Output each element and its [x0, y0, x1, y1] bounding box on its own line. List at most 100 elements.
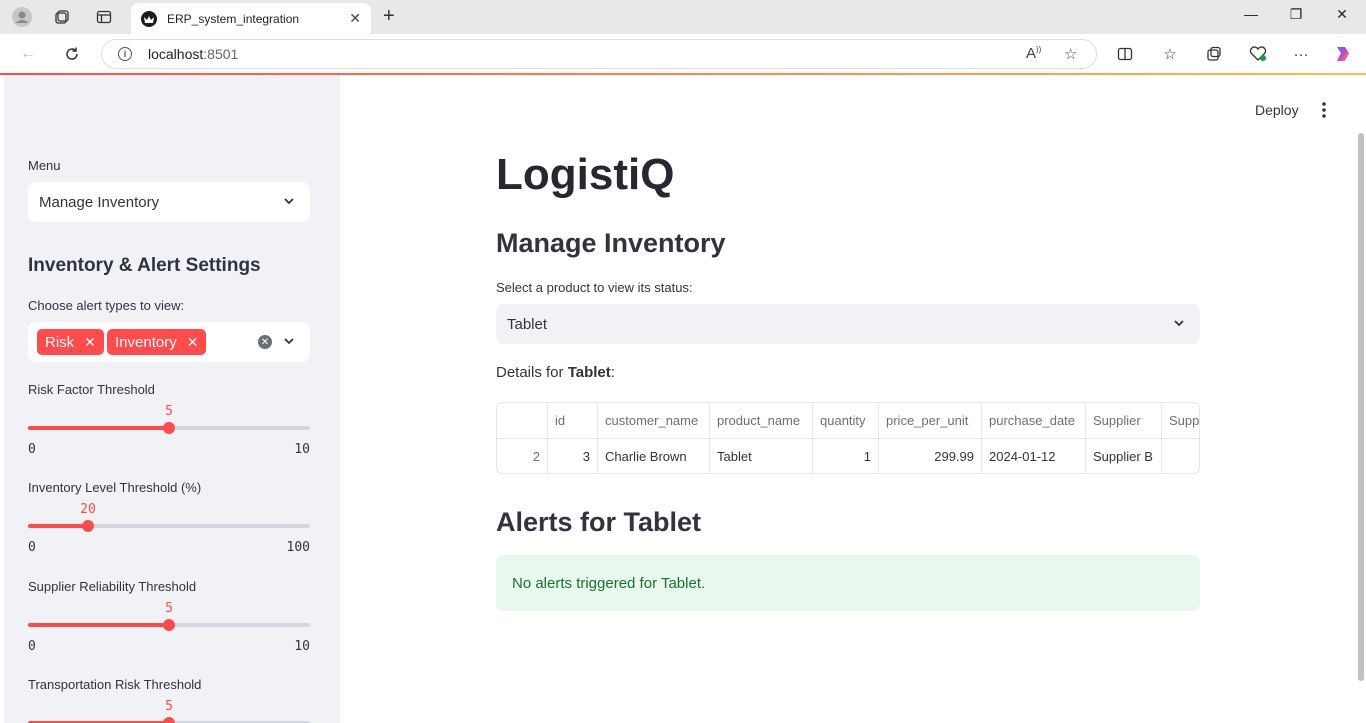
clear-all-icon[interactable]: ✕ [258, 335, 272, 349]
slider-value: 5 [165, 699, 173, 714]
remove-chip-icon[interactable]: ✕ [187, 334, 199, 351]
details-prefix: Details for [496, 364, 568, 381]
column-header[interactable]: product_name [710, 403, 813, 439]
deploy-button[interactable]: Deploy [1255, 102, 1299, 118]
product-select[interactable]: Tablet [496, 304, 1200, 344]
slider-value: 5 [165, 404, 173, 419]
column-header[interactable]: Supp [1162, 403, 1199, 439]
slider-label: Transportation Risk Threshold [28, 677, 202, 692]
column-header[interactable]: customer_name [598, 403, 710, 439]
menu-select-value: Manage Inventory [39, 193, 160, 211]
chip-inventory: Inventory ✕ [107, 329, 207, 355]
slider-max: 10 [294, 639, 310, 654]
browser-essentials-icon[interactable] [1247, 43, 1269, 65]
favorite-star-icon[interactable]: ☆ [1064, 45, 1077, 63]
slider-thumb[interactable] [163, 717, 175, 723]
chevron-down-icon[interactable] [282, 334, 296, 348]
menu-select[interactable]: Manage Inventory [28, 182, 310, 222]
page-scrollbar[interactable] [1356, 75, 1366, 723]
settings-more-icon[interactable]: ··· [1290, 43, 1312, 65]
table-cell[interactable]: 3 [548, 439, 598, 473]
new-tab-icon[interactable]: + [383, 5, 395, 28]
table-header-row: id customer_name product_name quantity p… [497, 403, 1199, 439]
slider-thumb[interactable] [163, 619, 175, 631]
table-cell[interactable] [1162, 439, 1199, 473]
restore-icon[interactable]: ❐ [1285, 6, 1307, 23]
vertical-tabs-icon[interactable] [93, 6, 115, 28]
table-cell[interactable]: 299.99 [879, 439, 982, 473]
chip-label: Risk [45, 333, 75, 351]
alerts-heading: Alerts for Tablet [496, 507, 702, 537]
table-cell[interactable]: 1 [813, 439, 879, 473]
page-title: LogistiQ [496, 150, 675, 199]
close-window-icon[interactable]: ✕ [1331, 6, 1353, 23]
slider-thumb[interactable] [163, 422, 175, 434]
main-menu-icon[interactable] [1316, 100, 1332, 120]
column-header[interactable] [497, 403, 548, 439]
slider-label: Supplier Reliability Threshold [28, 579, 197, 594]
copilot-icon[interactable] [1332, 43, 1354, 65]
favorites-icon[interactable]: ☆ [1159, 43, 1181, 65]
column-header[interactable]: quantity [813, 403, 879, 439]
row-index: 2 [497, 439, 548, 473]
table-cell[interactable]: Tablet [710, 439, 813, 473]
slider-max: 10 [294, 442, 310, 457]
slider-min: 0 [28, 442, 36, 457]
menu-label: Menu [28, 158, 61, 173]
slider-label: Risk Factor Threshold [28, 382, 155, 397]
url-field[interactable]: i localhost:8501 A)) ☆ [101, 39, 1097, 69]
column-header[interactable]: id [548, 403, 598, 439]
split-screen-icon[interactable] [1114, 43, 1136, 65]
column-header[interactable]: purchase_date [982, 403, 1086, 439]
alert-types-multiselect[interactable]: Risk ✕ Inventory ✕ ✕ [28, 322, 310, 362]
minimize-icon[interactable]: — [1240, 6, 1262, 22]
product-select-value: Tablet [507, 315, 548, 333]
workspaces-icon[interactable] [51, 6, 73, 28]
column-header[interactable]: price_per_unit [879, 403, 982, 439]
slider-label: Inventory Level Threshold (%) [28, 480, 202, 495]
details-text: Details for Tablet: [496, 364, 615, 381]
main-content: Deploy LogistiQ Manage Inventory Select … [340, 75, 1356, 723]
back-icon[interactable]: ← [17, 43, 39, 65]
slider-min: 0 [28, 639, 36, 654]
close-tab-icon[interactable]: ✕ [349, 10, 361, 27]
slider-min: 0 [28, 540, 36, 555]
scrollbar-thumb[interactable] [1358, 133, 1364, 681]
reload-icon[interactable] [61, 43, 83, 65]
slider-value: 5 [165, 601, 173, 616]
table-cell[interactable]: Charlie Brown [598, 439, 710, 473]
slider-fill [28, 623, 169, 627]
profile-icon[interactable] [11, 6, 33, 28]
inventory-level-slider[interactable]: 20 0 100 [28, 498, 310, 558]
browser-tab-bar: ERP_system_integration ✕ + — ❐ ✕ [0, 0, 1366, 34]
table-cell[interactable]: 2024-01-12 [982, 439, 1086, 473]
streamlit-favicon-icon [141, 10, 157, 27]
collections-icon[interactable] [1203, 43, 1225, 65]
success-alert: No alerts triggered for Tablet. [496, 555, 1200, 611]
chevron-down-icon [284, 198, 294, 205]
slider-fill [28, 426, 169, 430]
table-cell[interactable]: Supplier B [1086, 439, 1162, 473]
chevron-down-icon [1174, 320, 1184, 327]
details-table[interactable]: id customer_name product_name quantity p… [496, 402, 1200, 474]
risk-factor-slider[interactable]: 5 0 10 [28, 400, 310, 460]
section-heading: Manage Inventory [496, 228, 726, 258]
slider-value: 20 [80, 502, 96, 517]
browser-tab[interactable]: ERP_system_integration ✕ [131, 3, 371, 34]
tab-title: ERP_system_integration [167, 11, 300, 26]
details-product: Tablet [567, 364, 611, 381]
alert-message: No alerts triggered for Tablet. [512, 574, 706, 592]
table-row: 2 3 Charlie Brown Tablet 1 299.99 2024-0… [497, 439, 1199, 473]
details-suffix: : [610, 364, 615, 381]
column-header[interactable]: Supplier [1086, 403, 1162, 439]
remove-chip-icon[interactable]: ✕ [84, 334, 96, 351]
site-info-icon[interactable]: i [118, 47, 132, 61]
slider-fill [28, 524, 88, 528]
transportation-risk-slider[interactable]: 5 0 10 [28, 695, 310, 723]
slider-thumb[interactable] [82, 520, 94, 532]
settings-section-title: Inventory & Alert Settings [28, 255, 261, 276]
supplier-reliability-slider[interactable]: 5 0 10 [28, 597, 310, 657]
chip-risk: Risk ✕ [37, 329, 104, 355]
product-select-label: Select a product to view its status: [496, 280, 693, 295]
read-aloud-icon[interactable]: A)) [1026, 45, 1041, 62]
